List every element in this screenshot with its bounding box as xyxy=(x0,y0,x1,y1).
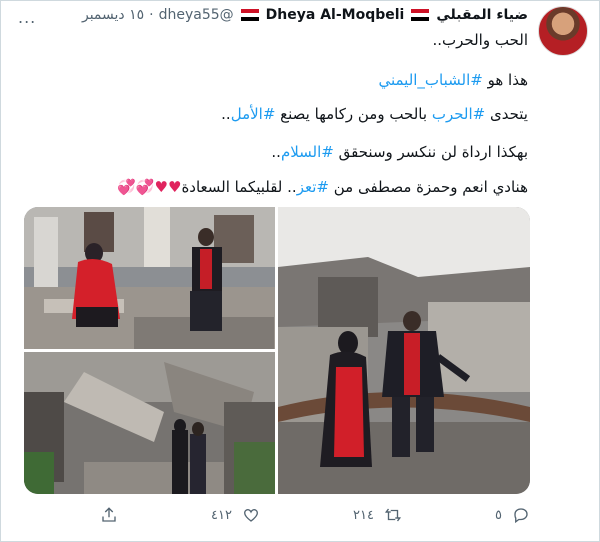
tweet-line-4: بهكذا ارداة لن ننكسر وسنحقق #السلام.. xyxy=(58,142,528,162)
like-icon xyxy=(243,508,259,522)
hearts-emoji: ♥♥💞💞 xyxy=(117,178,182,196)
line-3-middle: بالحب ومن ركامها يصنع xyxy=(275,105,432,123)
tweet-line-2: هذا هو #الشباب_اليمني xyxy=(58,70,528,90)
line-4-prefix: بهكذا ارداة لن ننكسر وسنحقق xyxy=(333,143,528,161)
line-5-middle: .. لقلبيكما السعادة xyxy=(181,178,297,196)
line-5-prefix: هنادي انعم وحمزة مصطفى من xyxy=(328,178,528,196)
like-count: ٤١٢ xyxy=(211,507,232,523)
share-icon xyxy=(102,507,116,522)
like-action[interactable]: ٤١٢ xyxy=(211,506,260,524)
share-action[interactable] xyxy=(100,506,118,524)
hashtag-taiz[interactable]: #تعز xyxy=(297,178,329,196)
tweet-line-5: هنادي انعم وحمزة مصطفى من #تعز.. لقلبيكم… xyxy=(58,177,528,197)
line-3-suffix: .. xyxy=(221,105,231,123)
tweet-line-1: الحب والحرب.. xyxy=(432,31,528,49)
retweet-action[interactable]: ٢١٤ xyxy=(353,506,402,524)
photo-1[interactable] xyxy=(24,207,275,349)
display-name[interactable]: ضياء المقبلي xyxy=(436,7,528,23)
photo-2[interactable] xyxy=(24,352,275,494)
line-4-suffix: .. xyxy=(271,143,281,161)
more-options-icon[interactable]: ... xyxy=(18,8,36,27)
photo-grid xyxy=(24,207,530,494)
retweet-icon xyxy=(384,508,402,522)
retweet-count: ٢١٤ xyxy=(353,507,374,523)
photo-3[interactable] xyxy=(278,207,530,494)
yemen-flag-icon xyxy=(411,9,430,21)
hashtag-peace[interactable]: #السلام xyxy=(281,143,334,161)
avatar[interactable] xyxy=(538,6,588,56)
hashtag-hope[interactable]: #الأمل xyxy=(231,105,276,123)
display-name-latin[interactable]: Dheya Al-Moqbeli xyxy=(266,7,405,23)
yemen-flag-icon-2 xyxy=(240,9,259,21)
hashtag-war[interactable]: #الحرب xyxy=(432,105,485,123)
reply-icon xyxy=(514,508,528,524)
line-2-text: هذا هو xyxy=(482,71,528,89)
tweet-header: ضياء المقبلي Dheya Al-Moqbeli @dheya55 ·… xyxy=(82,7,528,23)
reply-action[interactable]: ٥ xyxy=(495,506,530,524)
user-handle[interactable]: @dheya55 xyxy=(159,7,234,23)
tweet-date[interactable]: ١٥ ديسمبر xyxy=(82,7,144,23)
tweet-actions: ٥ ٢١٤ ٤١٢ xyxy=(100,503,530,527)
hashtag-yemeni-youth[interactable]: #الشباب_اليمني xyxy=(378,71,482,89)
line-3-prefix: يتحدى xyxy=(485,105,528,123)
tweet-line-3: يتحدى #الحرب بالحب ومن ركامها يصنع #الأم… xyxy=(58,104,528,124)
reply-count: ٥ xyxy=(495,507,502,523)
separator-dot: · xyxy=(149,7,154,23)
